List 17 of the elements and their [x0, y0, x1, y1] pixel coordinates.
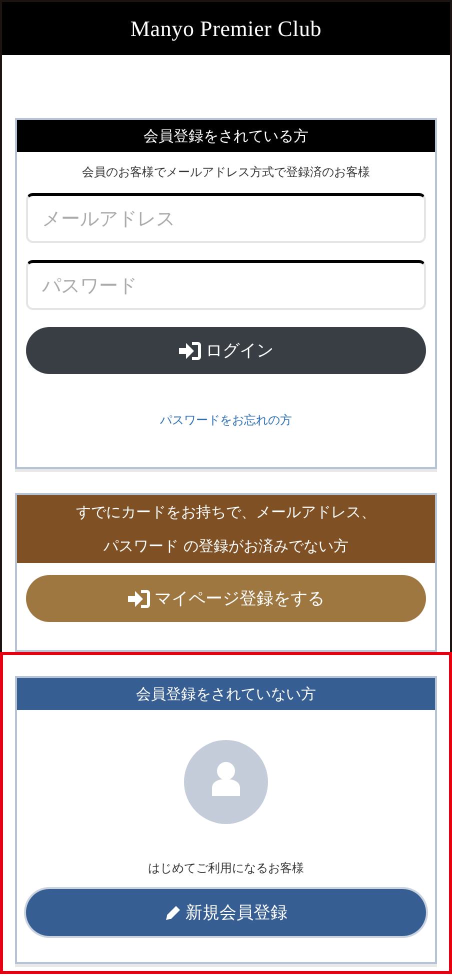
- card-title: パスワード の登録がお済みでない方: [102, 536, 350, 557]
- action-button[interactable]: マイページ登録をする: [26, 575, 426, 622]
- card-title: すでにカードをお持ちで、メールアドレス、: [75, 502, 377, 523]
- sign-in-icon: [178, 342, 200, 360]
- sign-in-icon: [128, 590, 150, 608]
- card-title: 会員登録をされていない方: [135, 684, 317, 705]
- pencil-icon: [164, 904, 180, 920]
- site-title: Manyo Premier Club: [130, 16, 322, 42]
- description-text: 会員のお客様でメールアドレス方式で登録済のお客様: [81, 164, 371, 181]
- user-avatar-icon: [184, 740, 268, 824]
- description-text: はじめてご利用になるお客様: [147, 860, 305, 877]
- card-title: 会員登録をされている方: [142, 126, 310, 147]
- forgot-password-link[interactable]: パスワードをお忘れの方: [160, 412, 292, 429]
- input-field[interactable]: パスワード: [26, 260, 426, 310]
- action-button[interactable]: ログイン: [26, 327, 426, 374]
- action-button[interactable]: 新規会員登録: [26, 889, 426, 936]
- input-field[interactable]: メールアドレス: [26, 193, 426, 243]
